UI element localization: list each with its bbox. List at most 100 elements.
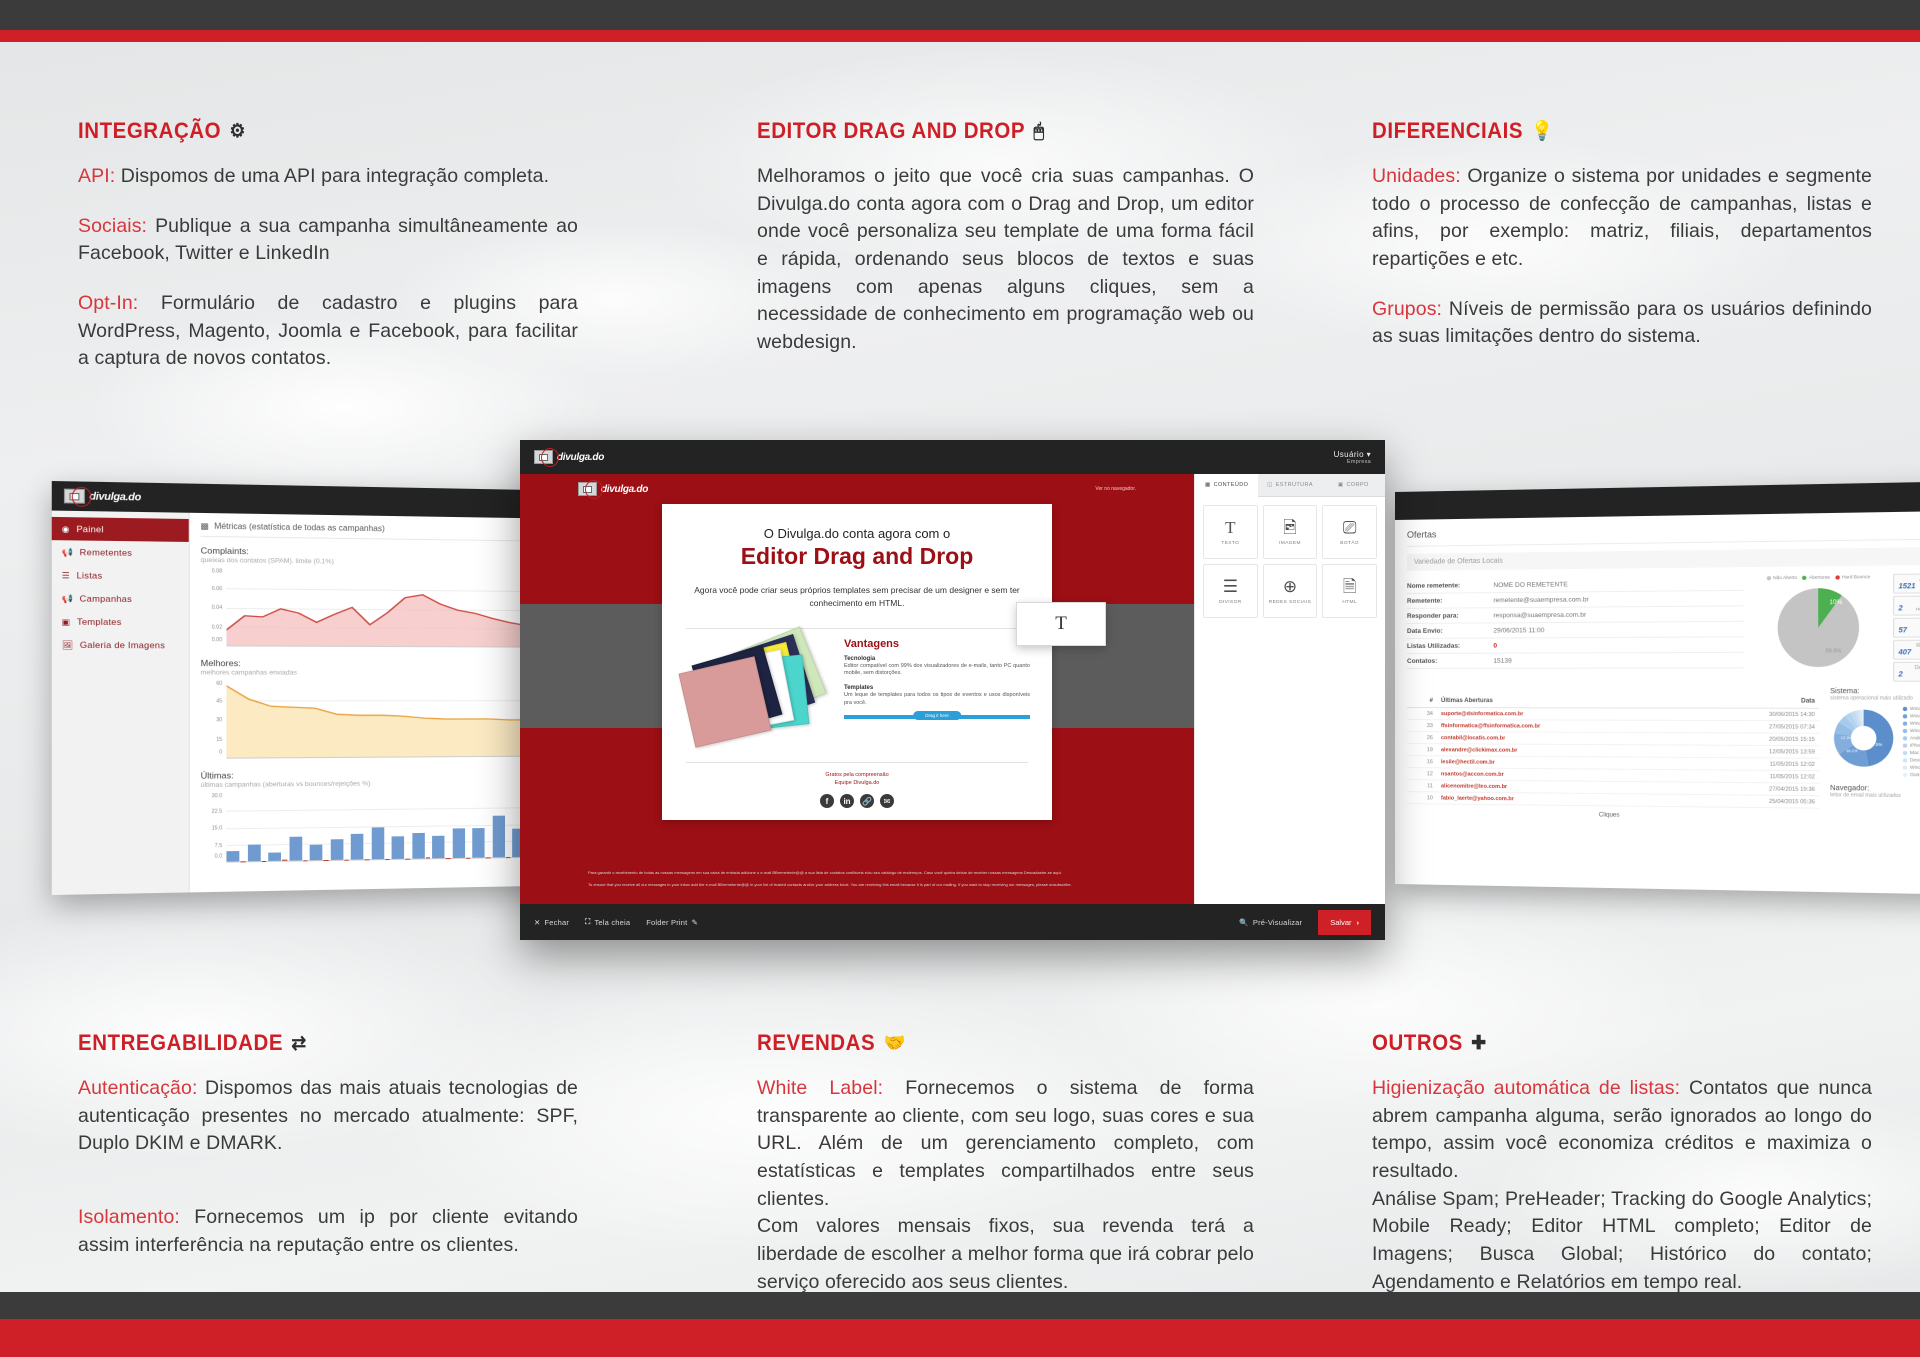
legend-label: iPhone <box>1909 742 1920 748</box>
paragraph-lead: White Label: <box>757 1077 884 1099</box>
plus-icon: ✚ <box>1471 1032 1487 1054</box>
block-label: BOTÃO <box>1340 540 1360 546</box>
cell-index: 10 <box>1406 791 1437 804</box>
preview-button[interactable]: 🔍 Pré-Visualizar <box>1239 918 1302 927</box>
bar-aberturas <box>226 851 240 862</box>
item-body: Editor compatível com 99% dos visualizad… <box>844 662 1030 677</box>
feature-title-text: DIFERENCIAIS <box>1372 118 1524 143</box>
page-subtitle: Variedade de Ofertas Locais <box>1406 546 1920 571</box>
dragging-text-block-ghost[interactable]: T <box>1016 602 1106 646</box>
block-label: REDES SOCIAIS <box>1268 599 1312 605</box>
drop-target-bar[interactable]: Drag it here <box>844 711 1030 721</box>
legend-swatch <box>1902 773 1908 778</box>
pie-chart: 10% 89.9% <box>1777 587 1860 668</box>
paragraph-body: Formulário de cadastro e plugins para Wo… <box>78 292 578 370</box>
legend-swatch <box>1902 765 1908 771</box>
table-row[interactable]: 10 fabio_laerte@yahoo.com.br 25/04/2015 05… <box>1406 791 1820 809</box>
detail-key: Data Envio: <box>1406 627 1443 635</box>
link-icon[interactable]: 🔗 <box>860 794 874 808</box>
feature-paragraph: Sociais: Publique a sua campanha simultâ… <box>78 213 578 268</box>
feature-paragraph: Com valores mensais fixos, sua revenda t… <box>757 1213 1254 1296</box>
block-html[interactable]: 🗎 HTML <box>1322 564 1377 618</box>
divider-icon: ☰ <box>1222 576 1238 596</box>
dashboard-icon: ◉ <box>61 523 70 534</box>
block-label: IMAGEM <box>1279 540 1301 546</box>
block-imagem[interactable]: 🖻 IMAGEM <box>1262 505 1318 559</box>
linkedin-icon[interactable]: in <box>840 794 854 808</box>
block-botao[interactable]: ⎚ BOTÃO <box>1322 505 1377 559</box>
detail-row: Listas Utilizadas: 0 <box>1406 637 1745 654</box>
paragraph-lead: Isolamento: <box>78 1206 180 1229</box>
y-tick: 0.02 <box>211 623 223 631</box>
block-redes-sociais[interactable]: ⊕ REDES SOCIAIS <box>1262 564 1318 618</box>
close-icon: ✕ <box>534 917 541 927</box>
editor-canvas[interactable]: divulga.do Ver no navegador. O Divulga.d… <box>520 474 1194 904</box>
text-icon: T <box>1055 613 1067 634</box>
preview-label: Pré-Visualizar <box>1252 917 1303 927</box>
code-icon: 🗎 <box>1342 576 1357 596</box>
lightbulb-icon: 💡 <box>1531 120 1555 142</box>
donut-label: 47.5% <box>1869 742 1883 747</box>
editor-tabs[interactable]: ▦ CONTEÚDO ◫ ESTRUTURA ▣ CORPO <box>1195 474 1385 497</box>
cell-email[interactable]: suporte@dsinformatica.com.br <box>1436 707 1693 721</box>
paragraph-lead: Autenticação: <box>78 1077 198 1099</box>
image-icon: 🖻 <box>1283 517 1297 537</box>
bar-aberturas <box>391 836 405 859</box>
tab-corpo[interactable]: ▣ CORPO <box>1321 474 1385 497</box>
cliques-label: Cliques <box>1598 812 1620 819</box>
cell-email[interactable]: fabio_laerte@yahoo.com.br <box>1436 791 1693 807</box>
sidebar-item-templates[interactable]: ▣ Templates <box>52 610 189 634</box>
block-texto[interactable]: T TEXTO <box>1203 505 1258 559</box>
feature-title: INTEGRAÇÃO ⚙ <box>78 118 543 144</box>
close-button[interactable]: ✕ Fechar <box>534 918 569 927</box>
system-chart-block: Sistema: sistema operacional mais utiliz… <box>1830 688 1920 823</box>
sidebar-item-label: Galeria de Imagens <box>79 639 166 651</box>
sidebar-item-listas[interactable]: ☰ Listas <box>52 563 189 587</box>
drag-drop-icon: 🖱 <box>1033 120 1045 142</box>
item-title: Tecnologia <box>844 655 876 662</box>
tab-conteudo[interactable]: ▦ CONTEÚDO <box>1195 474 1259 497</box>
email-template[interactable]: O Divulga.do conta agora com o Editor Dr… <box>662 504 1106 820</box>
legend-label: Hard Bounce <box>1841 574 1871 580</box>
stat-reaberturas: Reaberturas40726.76% <box>1893 639 1920 660</box>
cell-email[interactable]: ffsinformatica@ffsinformatica.com.br <box>1436 719 1693 733</box>
user-menu[interactable]: Usuário ▾ Empresa <box>1334 450 1371 465</box>
save-button[interactable]: Salvar › <box>1318 909 1371 935</box>
y-axis: 0.00 0.02 0.04 0.06 0.08 <box>201 568 225 646</box>
fullscreen-button[interactable]: ⛶ Tela cheia <box>585 917 630 927</box>
y-tick: 30 <box>216 717 223 724</box>
paragraph-lead: API: <box>78 165 116 187</box>
detail-value: 15139 <box>1493 657 1512 665</box>
logo-mark-icon <box>63 488 85 504</box>
mail-preheader: divulga.do Ver no navegador. <box>520 480 1194 499</box>
cell-index: 11 <box>1406 779 1437 792</box>
sidebar-item-remetentes[interactable]: 📢 Remetentes <box>52 540 189 565</box>
editor-block-palette[interactable]: T TEXTO 🖻 IMAGEM ⎚ BOTÃO ☰ DIVISOR ⊕ REDES SO… <box>1195 497 1385 626</box>
y-tick: 0.08 <box>211 568 223 575</box>
block-divisor[interactable]: ☰ DIVISOR <box>1203 564 1258 618</box>
editor-screenshot[interactable]: divulga.do Usuário ▾ Empresa divulga.do … <box>520 440 1385 940</box>
editor-sidebar[interactable]: ▦ CONTEÚDO ◫ ESTRUTURA ▣ CORPO T TEXTO 🖻 IMAG… <box>1194 474 1385 904</box>
mail-icon[interactable]: ✉ <box>880 794 894 808</box>
vantagens-title: Vantagens <box>844 637 900 650</box>
tab-estrutura[interactable]: ◫ ESTRUTURA <box>1258 474 1322 497</box>
thanks-value: Gratos pela compreensão Equipe Divulga.d… <box>825 771 889 786</box>
sidebar-item-campanhas[interactable]: 📢 Campanhas <box>52 587 189 611</box>
pie-label: 89.9% <box>1826 648 1842 654</box>
paragraph-body: Análise Spam; PreHeader; Tracking do Goo… <box>1372 1187 1872 1293</box>
legend-swatch <box>1902 751 1908 756</box>
hero-line-2: Editor Drag and Drop <box>740 543 974 569</box>
facebook-icon[interactable]: f <box>820 794 834 808</box>
folder-name-field[interactable]: Folder Print ✎ <box>646 918 698 927</box>
sidebar-item-painel[interactable]: ◉ Painel <box>51 516 189 542</box>
open-rate-pie: Não Aberto Aberturas Hard Bounce 10% 89.… <box>1755 574 1882 684</box>
social-links[interactable]: f in 🔗 ✉ <box>662 794 1052 808</box>
dashboard-screenshot-right[interactable]: SEU NOME ▾ SUA EMPRESA Ofertas Variedade… <box>1395 480 1920 896</box>
bar-aberturas <box>432 835 445 859</box>
editor-bottom-toolbar[interactable]: ✕ Fechar ⛶ Tela cheia Folder Print ✎ 🔍 Pré-V… <box>520 904 1385 940</box>
bar-aberturas <box>350 833 364 860</box>
view-in-browser-link[interactable]: Ver no navegador. <box>1095 486 1136 492</box>
paragraph-lead: Higienização automática de listas: <box>1372 1077 1681 1099</box>
sidebar-item-galeria[interactable]: 🖼 Galeria de Imagens <box>52 633 189 657</box>
pencil-icon[interactable]: ✎ <box>691 918 697 927</box>
